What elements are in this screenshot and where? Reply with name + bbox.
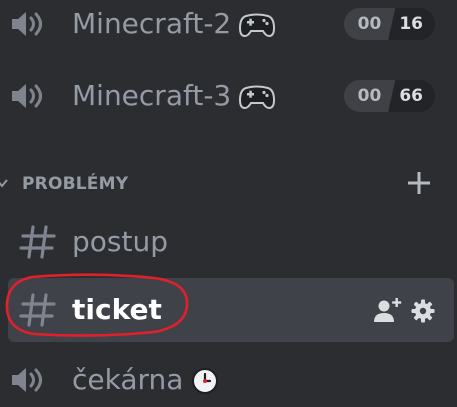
- channel-name: čekárna: [72, 363, 219, 397]
- controller-icon: [239, 85, 276, 110]
- user-limit-badge: 00 66: [343, 80, 435, 112]
- voice-channel-cekarna[interactable]: čekárna: [0, 349, 457, 407]
- plus-icon[interactable]: [407, 169, 431, 197]
- hashtag-icon: [19, 225, 56, 259]
- text-channel-ticket[interactable]: ticket: [0, 281, 457, 339]
- user-limit: 66: [389, 80, 435, 112]
- hashtag-icon: [19, 293, 56, 327]
- user-count: 00: [343, 80, 396, 112]
- speaker-icon: [12, 12, 42, 36]
- category-label: PROBLÉMY: [22, 174, 129, 194]
- user-count: 00: [343, 8, 396, 40]
- speaker-icon: [12, 84, 42, 108]
- channel-name: postup: [72, 225, 168, 258]
- channel-name: ticket: [72, 293, 162, 326]
- voice-channel-minecraft-2[interactable]: Minecraft-2 00 16: [0, 0, 457, 53]
- voice-channel-minecraft-3[interactable]: Minecraft-3 00 66: [0, 67, 457, 125]
- channel-name: Minecraft-2: [72, 7, 276, 41]
- text-channel-postup[interactable]: postup: [0, 213, 457, 271]
- category-header[interactable]: PROBLÉMY: [0, 165, 457, 205]
- speaker-icon: [12, 368, 42, 392]
- user-limit-badge: 00 16: [343, 8, 435, 40]
- chevron-down-icon: [0, 179, 8, 188]
- clock-icon: [192, 368, 219, 394]
- add-user-icon[interactable]: [373, 297, 403, 323]
- channel-name: Minecraft-3: [72, 79, 276, 113]
- user-limit: 16: [389, 8, 435, 40]
- gear-icon[interactable]: [411, 299, 435, 323]
- controller-icon: [239, 13, 276, 38]
